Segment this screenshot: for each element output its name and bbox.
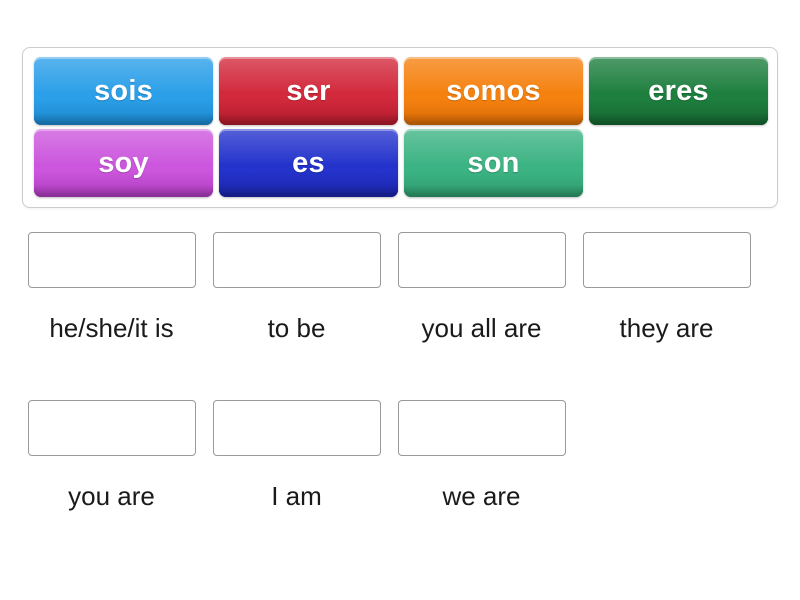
answer-row-2: you are I am we are bbox=[22, 400, 756, 509]
answer-cell-he-she-it-is: he/she/it is bbox=[22, 232, 201, 341]
answer-cell-they-are: they are bbox=[577, 232, 756, 341]
drop-zone[interactable] bbox=[582, 232, 751, 288]
answer-cell-you-are: you are bbox=[22, 400, 201, 509]
drop-zone[interactable] bbox=[212, 232, 381, 288]
word-tile-label: es bbox=[292, 146, 325, 179]
word-tile-soy[interactable]: soy bbox=[34, 129, 213, 197]
answer-label: we are bbox=[442, 481, 521, 511]
word-tile-son[interactable]: son bbox=[404, 129, 583, 197]
answer-label: to be bbox=[267, 313, 326, 343]
word-tile-label: son bbox=[467, 146, 520, 179]
drop-zone[interactable] bbox=[397, 400, 566, 456]
word-tile-label: soy bbox=[98, 146, 149, 179]
word-bank-row-2: soy es son bbox=[34, 129, 777, 197]
answer-cell-to-be: to be bbox=[207, 232, 386, 341]
activity-stage: sois ser somos eres soy es son he/she/it… bbox=[0, 0, 800, 600]
answer-cell-we-are: we are bbox=[392, 400, 571, 509]
drop-zone[interactable] bbox=[27, 232, 196, 288]
answer-label: you are bbox=[68, 481, 155, 511]
word-tile-ser[interactable]: ser bbox=[219, 57, 398, 125]
drop-zone[interactable] bbox=[27, 400, 196, 456]
answer-label: I am bbox=[271, 481, 322, 511]
word-tile-somos[interactable]: somos bbox=[404, 57, 583, 125]
word-tile-eres[interactable]: eres bbox=[589, 57, 768, 125]
answer-label: you all are bbox=[421, 313, 542, 343]
word-tile-label: somos bbox=[446, 74, 541, 107]
word-tile-label: eres bbox=[648, 74, 709, 107]
word-tile-label: ser bbox=[286, 74, 331, 107]
answer-label: he/she/it is bbox=[49, 313, 174, 343]
answer-cell-i-am: I am bbox=[207, 400, 386, 509]
drop-zone[interactable] bbox=[397, 232, 566, 288]
answer-row-1: he/she/it is to be you all are they are bbox=[22, 232, 756, 341]
answer-cell-you-all-are: you all are bbox=[392, 232, 571, 341]
word-bank-empty-slot bbox=[589, 129, 768, 197]
drop-zone[interactable] bbox=[212, 400, 381, 456]
answer-cell-empty bbox=[577, 400, 756, 509]
answer-label: they are bbox=[619, 313, 714, 343]
word-tile-es[interactable]: es bbox=[219, 129, 398, 197]
word-tile-sois[interactable]: sois bbox=[34, 57, 213, 125]
word-bank-row-1: sois ser somos eres bbox=[34, 57, 777, 125]
word-tile-label: sois bbox=[94, 74, 153, 107]
word-bank-panel: sois ser somos eres soy es son bbox=[22, 47, 778, 208]
